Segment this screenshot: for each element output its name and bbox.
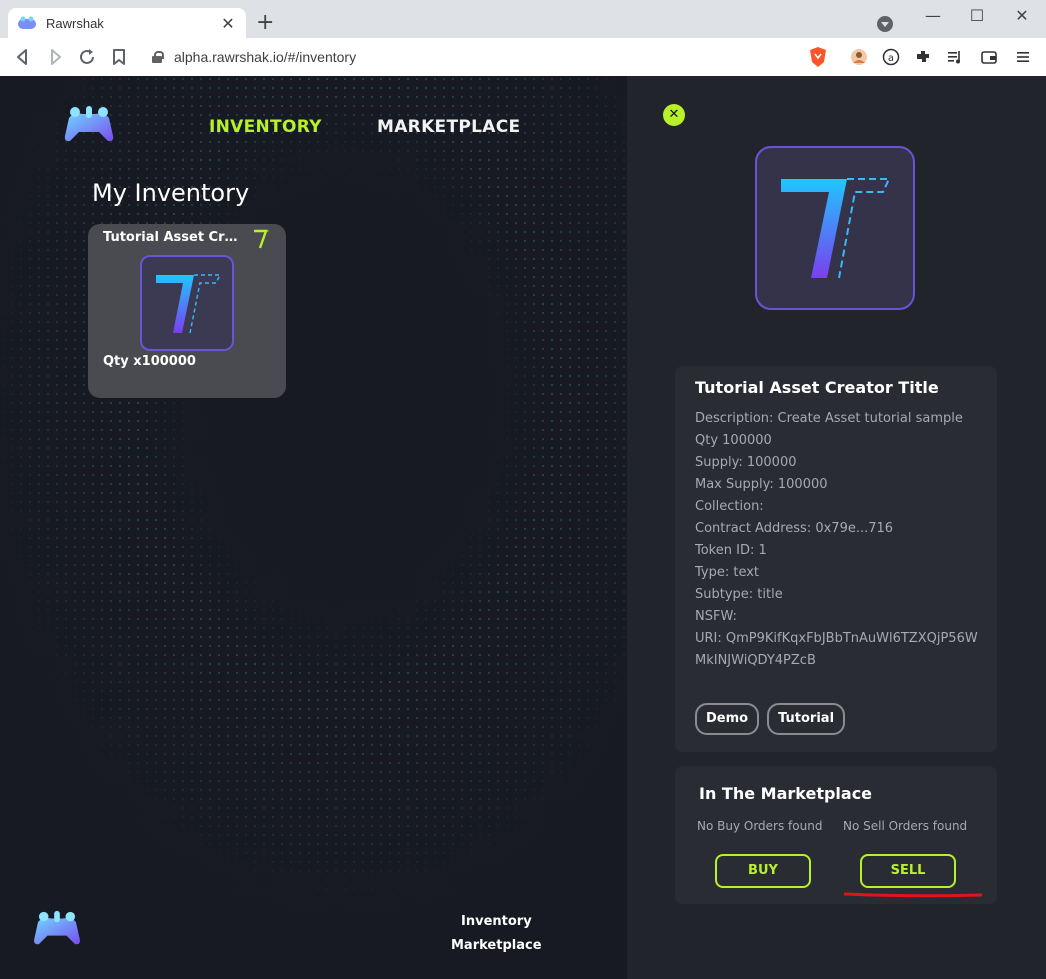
browser-toolbar: alpha.rawrshak.io/#/inventory a (0, 38, 1046, 76)
reload-icon[interactable] (76, 46, 98, 68)
asset-thumbnail (140, 255, 234, 351)
asset-collection: Collection: (695, 499, 764, 514)
back-icon[interactable] (12, 46, 34, 68)
inventory-card[interactable]: Tutorial Asset Cre… Qty x100000 (88, 224, 286, 398)
svg-text:a: a (888, 53, 894, 64)
buy-button[interactable]: BUY (715, 854, 811, 888)
dotted-background-pattern (0, 76, 627, 979)
card-title: Tutorial Asset Cre… (103, 230, 243, 245)
asset-detail-panel: ✕ Tutorial Asset Creator Title Descripti… (627, 76, 1046, 979)
asset-uri: URI: QmP9KifKqxFbJBbTnAuWl6TZXQjP56WMkIN… (695, 631, 978, 668)
footer-logo-icon[interactable] (32, 909, 82, 947)
asset-preview (755, 146, 915, 310)
extensions-icon[interactable] (914, 48, 932, 66)
asset-qty: Qty 100000 (695, 433, 772, 448)
tab-search-icon[interactable] (877, 16, 893, 32)
asset-subtype: Subtype: title (695, 587, 783, 602)
asset-supply: Supply: 100000 (695, 455, 797, 470)
sell-button[interactable]: SELL (860, 854, 956, 888)
tag-list: Demo Tutorial (695, 703, 846, 735)
tab-close-icon[interactable]: ✕ (220, 14, 236, 33)
media-icon[interactable] (946, 48, 964, 66)
rawrshak-favicon-icon (18, 16, 36, 29)
account-icon[interactable]: a (882, 48, 900, 66)
marketplace-title: In The Marketplace (699, 784, 873, 803)
menu-icon[interactable] (1014, 48, 1032, 66)
footer-inventory-link[interactable]: Inventory (461, 914, 532, 929)
asset-nsfw: NSFW: (695, 609, 737, 624)
url-text: alpha.rawrshak.io/#/inventory (174, 49, 357, 65)
asset-title: Tutorial Asset Creator Title (695, 378, 939, 397)
minimize-button[interactable]: — (918, 6, 948, 25)
new-tab-button[interactable]: + (256, 11, 274, 35)
window-close-button[interactable]: ✕ (1007, 6, 1037, 25)
footer-marketplace-link[interactable]: Marketplace (451, 938, 542, 953)
asset-token-id: Token ID: 1 (695, 543, 767, 558)
wallet-icon[interactable] (980, 48, 998, 66)
nav-marketplace-link[interactable]: MARKETPLACE (377, 117, 520, 137)
type-badge-icon (254, 229, 269, 249)
close-detail-button[interactable]: ✕ (663, 104, 685, 126)
asset-properties: Description: Create Asset tutorial sampl… (695, 408, 985, 672)
text-asset-icon (156, 274, 222, 334)
red-annotation-underline (844, 892, 982, 898)
card-quantity: Qty x100000 (103, 354, 196, 369)
profile-avatar-icon[interactable] (850, 48, 868, 66)
asset-info-card: Tutorial Asset Creator Title Description… (675, 366, 997, 752)
app-page: INVENTORY MARKETPLACE My Inventory Tutor… (0, 76, 1046, 979)
browser-chrome: Rawrshak ✕ + — ☐ ✕ alpha.rawrshak.io/#/i… (0, 0, 1046, 76)
bookmark-icon[interactable] (108, 46, 130, 68)
browser-tab[interactable]: Rawrshak ✕ (8, 8, 246, 38)
tag-tutorial[interactable]: Tutorial (767, 703, 846, 735)
marketplace-card: In The Marketplace No Buy Orders found N… (675, 766, 997, 904)
sell-orders-status: No Sell Orders found (843, 819, 968, 833)
lock-icon (152, 51, 164, 63)
asset-max-supply: Max Supply: 100000 (695, 477, 828, 492)
asset-type: Type: text (695, 565, 760, 580)
brave-shield-icon[interactable] (808, 46, 828, 68)
text-asset-large-icon (781, 178, 891, 279)
asset-contract-address: Contract Address: 0x79e...716 (695, 521, 894, 536)
tab-title: Rawrshak (46, 15, 104, 31)
address-bar[interactable]: alpha.rawrshak.io/#/inventory (140, 43, 838, 71)
rawrshak-logo-icon[interactable] (63, 104, 115, 144)
buy-orders-status: No Buy Orders found (697, 819, 823, 833)
page-title: My Inventory (92, 179, 250, 207)
maximize-button[interactable]: ☐ (962, 6, 992, 25)
asset-description: Description: Create Asset tutorial sampl… (695, 411, 963, 426)
nav-inventory-link[interactable]: INVENTORY (209, 117, 322, 137)
tag-demo[interactable]: Demo (695, 703, 760, 735)
inventory-section: INVENTORY MARKETPLACE My Inventory Tutor… (0, 76, 627, 979)
forward-icon[interactable] (44, 46, 66, 68)
